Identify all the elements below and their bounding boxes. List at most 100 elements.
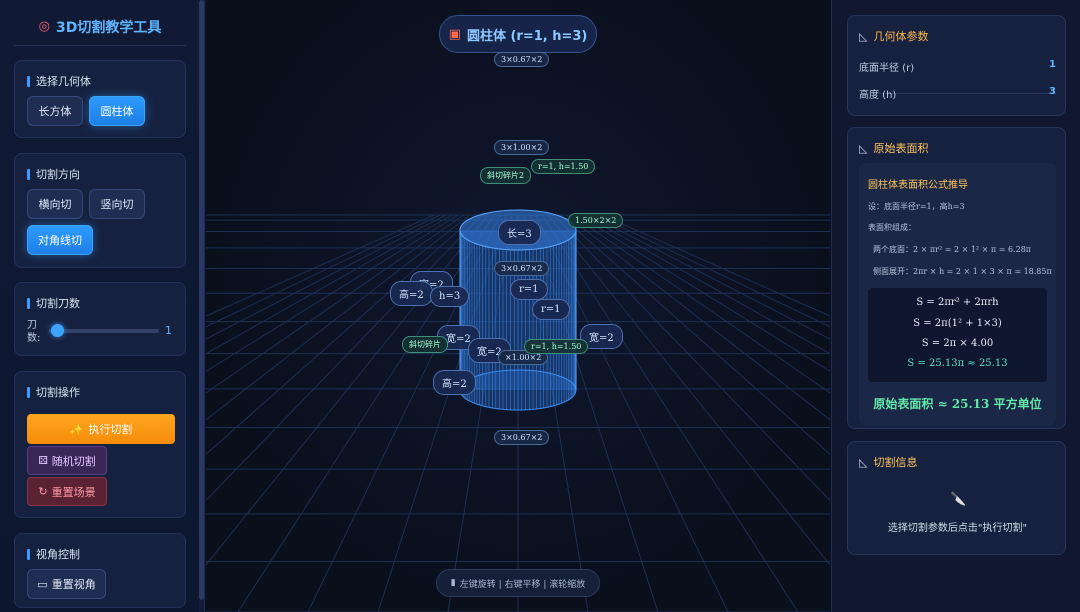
grid-line — [206, 214, 447, 340]
ruler-icon: ◺ — [859, 29, 868, 43]
height-label: 高=2 — [433, 370, 476, 395]
camera-icon: ▭ — [37, 577, 48, 591]
surface-area-card: ◺ 原始表面积 圆柱体表面积公式推导 设：底面半径r=1，高h=3 表面积组成： … — [847, 127, 1066, 429]
dimension-label: 3×0.67×2 — [494, 52, 550, 67]
equation-result-line: S = 25.13π ≈ 25.13 — [907, 358, 1008, 369]
height-value: 3 — [1049, 86, 1056, 97]
cut-count-label: 刀数: — [27, 320, 41, 344]
horizontal-cut-button[interactable]: 横向切 — [27, 189, 83, 219]
dimension-label: r=1, h=1.50 — [524, 339, 589, 354]
3d-viewport[interactable]: ▣ 圆柱体 (r=1, h=3) 3×0.67×2 3×1.00×2 r=1, … — [206, 0, 830, 612]
cut-count-value: 1 — [165, 324, 172, 337]
accent-bar — [27, 548, 30, 560]
grid-line — [583, 214, 830, 355]
reset-scene-label: 重置场景 — [51, 485, 96, 499]
radius-label: r=1 — [532, 299, 570, 320]
knife-icon: 🔪 — [950, 492, 967, 507]
ops-panel-header: 切割操作 — [27, 384, 185, 400]
dimension-label: 3×0.67×2 — [494, 261, 550, 276]
equation-box: S = 2πr² + 2πrh S = 2π(1² + 1×3) S = 2π … — [868, 288, 1047, 382]
height-label: h=3 — [430, 286, 470, 307]
random-cut-label: 随机切割 — [51, 454, 96, 468]
diagonal-cut-button[interactable]: 对角线切 — [27, 225, 93, 255]
reset-view-button[interactable]: ▭ 重置视角 — [27, 569, 106, 599]
grid-line — [571, 214, 830, 394]
cylinder-button[interactable]: 圆柱体 — [89, 96, 145, 126]
count-panel-title: 切割刀数 — [36, 297, 80, 310]
cut-info-header: ◺ 切割信息 — [859, 454, 917, 470]
dice-icon: ⚄ — [38, 454, 48, 467]
equation-line: S = 2π(1² + 1×3) — [913, 318, 1002, 329]
count-panel-header: 切割刀数 — [27, 295, 185, 311]
left-sidebar: ◎ 3D切割教学工具 选择几何体 长方体 圆柱体 切割方向 横向切 竖向切 对角… — [0, 0, 205, 612]
formula-title: 圆柱体表面积公式推导 — [868, 180, 968, 191]
fragment-label: 斜切碎片 — [402, 336, 448, 353]
app-title-text: 3D切割教学工具 — [55, 19, 162, 36]
execute-cut-button[interactable]: ✨ 执行切割 — [27, 414, 175, 444]
direction-panel-header: 切割方向 — [27, 166, 185, 182]
grid-line — [541, 214, 799, 612]
grid-line — [565, 214, 830, 421]
app-root: ◎ 3D切割教学工具 选择几何体 长方体 圆柱体 切割方向 横向切 竖向切 对角… — [0, 0, 1080, 612]
shape-panel-header: 选择几何体 — [27, 73, 185, 89]
grid-line — [206, 214, 435, 317]
dimension-label: 3×1.00×2 — [494, 140, 550, 155]
grid-line — [577, 214, 830, 372]
formula-derivation-box: 圆柱体表面积公式推导 设：底面半径r=1，高h=3 表面积组成： 两个底面：2 … — [859, 163, 1056, 425]
params-card: ◺ 几何体参数 底面半径 (r) 1 高度 (h) 3 — [847, 15, 1066, 116]
formula-line: 两个底面：2 × πr² = 2 × 1² × π = 6.28π — [873, 245, 1032, 254]
reset-view-label: 重置视角 — [51, 578, 96, 591]
cut-info-message: 选择切割参数后点击"执行切割" — [887, 523, 1028, 534]
can-icon: ▣ — [448, 26, 461, 42]
length-label: 长=3 — [498, 220, 541, 245]
dimension-label: 3×0.67×2 — [494, 430, 550, 445]
grid-line — [589, 214, 830, 340]
grid-line — [237, 214, 495, 612]
grid-line — [595, 214, 830, 328]
cut-info-title: 切割信息 — [873, 456, 918, 469]
formula-line: 侧面展开：2πr × h = 2 × 1 × 3 × π = 18.85π — [873, 267, 1052, 276]
shape-panel-title: 选择几何体 — [36, 75, 91, 88]
reset-scene-button[interactable]: ↻ 重置场景 — [27, 477, 107, 506]
scrollbar-thumb[interactable] — [199, 0, 204, 600]
grid-line — [559, 214, 830, 455]
shape-title-text: 圆柱体 (r=1, h=3) — [466, 28, 588, 44]
shape-panel: 选择几何体 长方体 圆柱体 — [14, 60, 186, 138]
random-cut-button[interactable]: ⚄ 随机切割 — [27, 446, 107, 475]
cut-count-slider[interactable] — [49, 329, 159, 333]
direction-panel: 切割方向 横向切 竖向切 对角线切 — [14, 153, 186, 268]
cuboid-button[interactable]: 长方体 — [27, 96, 83, 126]
height-label: 高=2 — [390, 281, 433, 306]
scene-canvas[interactable] — [206, 0, 830, 612]
radius-label: r=1 — [510, 279, 548, 300]
accent-bar — [27, 386, 30, 398]
view-panel-header: 视角控制 — [27, 546, 185, 562]
ruler-icon: ◺ — [859, 141, 868, 155]
cut-count-slider-handle[interactable] — [51, 324, 64, 337]
height-row-label: 高度 (h) — [859, 90, 897, 101]
view-panel-title: 视角控制 — [36, 548, 80, 561]
execute-cut-label: 执行切割 — [88, 423, 133, 436]
vertical-cut-button[interactable]: 竖向切 — [89, 189, 145, 219]
dimension-label: 1.50×2×2 — [568, 213, 624, 228]
right-panel: ◺ 几何体参数 底面半径 (r) 1 高度 (h) 3 ◺ 原始表面积 圆柱体表面积公式… — [831, 0, 1080, 612]
surface-area-result: 原始表面积 ≈ 25.13 平方单位 — [873, 397, 1042, 411]
shape-title-badge: ▣ 圆柱体 (r=1, h=3) — [439, 15, 597, 53]
equation-line: S = 2π × 4.00 — [921, 338, 994, 349]
surface-area-header: ◺ 原始表面积 — [859, 140, 928, 156]
count-panel: 切割刀数 刀数: 1 — [14, 282, 186, 356]
equation-line: S = 2πr² + 2πrh — [916, 297, 999, 308]
view-panel: 视角控制 ▭ 重置视角 — [14, 533, 186, 608]
params-header: ◺ 几何体参数 — [859, 28, 928, 44]
sidebar-scrollbar[interactable] — [199, 0, 204, 612]
ruler-icon: ◺ — [859, 455, 868, 469]
radius-value: 1 — [1049, 59, 1056, 70]
surface-area-title: 原始表面积 — [873, 142, 929, 155]
dimension-label: r=1, h=1.50 — [531, 159, 596, 174]
grid-line — [601, 214, 830, 317]
app-title: ◎ 3D切割教学工具 — [14, 8, 186, 46]
mouse-icon: ▮ — [450, 578, 456, 588]
accent-bar — [27, 168, 30, 180]
radius-row: 底面半径 (r) 1 — [859, 59, 1056, 74]
accent-bar — [27, 297, 30, 309]
